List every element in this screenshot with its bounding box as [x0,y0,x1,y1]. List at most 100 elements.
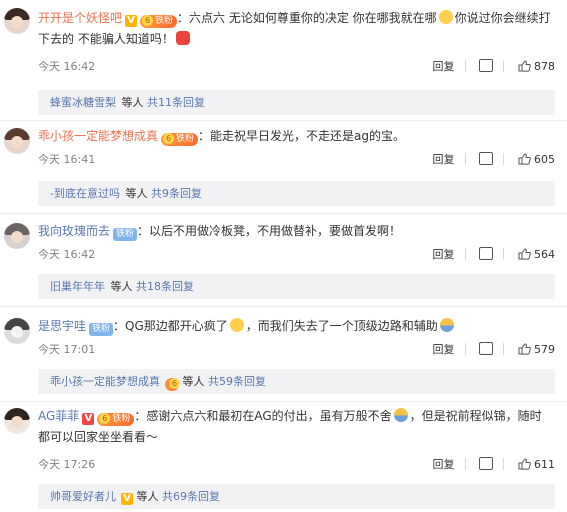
divider [0,120,567,121]
fan-badge-label: 铁粉 [112,414,131,424]
comment-username[interactable]: 我向玫瑰而去 [38,224,110,238]
reply-summary[interactable]: 乖小孩一定能梦想成真 6 等人 共59条回复 [38,369,555,394]
reply-button[interactable]: 回复 [433,247,455,263]
comment-time: 今天 17:01 [38,343,96,356]
reply-button[interactable]: 回复 [433,457,455,473]
fan-level: 6 [163,133,175,144]
reply-username[interactable]: 蜂蜜冰糖雪梨 [50,96,116,109]
share-icon [479,457,493,470]
thumbs-up-icon [518,60,531,72]
divider [464,60,466,72]
comment-time: 今天 16:41 [38,153,96,166]
avatar[interactable] [4,223,30,249]
divider [464,248,466,260]
divider [503,458,504,470]
thumbs-up-icon [518,343,531,355]
like-button[interactable]: 611 [518,457,555,473]
reply-count[interactable]: 共18条回复 [136,280,194,293]
reply-button[interactable]: 回复 [433,152,455,168]
share-button[interactable] [479,247,493,263]
reply-count[interactable]: 共9条回复 [151,187,202,200]
comment-meta: 今天 16:42 回复 878 [38,59,555,75]
fan-badge-label: 铁粉 [176,134,195,144]
like-count: 605 [534,153,555,166]
reply-username[interactable]: -到底在意过吗 [50,187,120,200]
divider [503,60,504,72]
divider [464,343,466,355]
divider [503,248,504,260]
like-button[interactable]: 579 [518,342,555,358]
divider [0,401,567,402]
avatar[interactable] [4,408,30,434]
reply-waiting: 等人 [182,375,205,388]
comment-body: 我向玫瑰而去 铁粉 ：以后不用做冷板凳，不用做替补，要做首发啊！ [38,221,555,242]
comment-text: ：感谢六点六和最初在AG的付出，虽有万般不舍 [134,409,392,423]
reply-waiting: 等人 [110,280,133,293]
divider [464,458,466,470]
verified-v-icon: V [125,15,138,27]
avatar[interactable] [4,128,30,154]
thumbs-up-icon [518,458,531,470]
fan-badge: 6 铁粉 [97,413,135,426]
like-button[interactable]: 605 [518,152,555,168]
comment-text-line2: 下去的 不能骗人知道吗！ [38,32,174,46]
comment-text: ：以后不用做冷板凳，不用做替补，要做首发啊！ [137,224,402,238]
share-button[interactable] [479,457,493,473]
comment-meta: 今天 16:41 回复 605 [38,152,555,168]
reply-summary[interactable]: 旧巢年年年 等人 共18条回复 [38,274,555,299]
like-button[interactable]: 564 [518,247,555,263]
like-count: 564 [534,248,555,261]
reply-username[interactable]: 帅哥爱好者儿 [50,490,116,503]
fan-level: 6 [142,15,154,26]
avatar[interactable] [4,8,30,34]
divider [503,343,504,355]
sad-emoji-icon [393,408,408,422]
reply-summary[interactable]: 帅哥爱好者儿 V 等人 共69条回复 [38,484,555,509]
avatar[interactable] [4,318,30,344]
fan-badge: 6 [165,378,180,391]
fan-badge: 铁粉 [89,323,114,336]
comment-text-line2: 都可以回家坐坐看看～ [38,430,159,444]
reply-summary[interactable]: -到底在意过吗 等人 共9条回复 [38,181,555,206]
share-icon [479,59,493,72]
like-button[interactable]: 878 [518,59,555,75]
share-icon [479,247,493,260]
reply-count[interactable]: 共69条回复 [162,490,220,503]
comment-text: ：能走祝早日发光，不走还是ag的宝。 [198,129,406,143]
comment-text: ：六点六 无论如何尊重你的决定 你在哪我就在哪 [177,11,437,25]
comment-text-cont: ，但是祝前程似锦，随时 [409,409,542,423]
like-count: 878 [534,60,555,73]
fan-level: 6 [169,378,180,389]
reply-count[interactable]: 共11条回复 [147,96,205,109]
comment-username[interactable]: 是思宇哇 [38,319,86,333]
crying-emoji-icon [229,318,244,332]
like-count: 611 [534,458,555,471]
reply-waiting: 等人 [125,187,148,200]
reply-username[interactable]: 旧巢年年年 [50,280,105,293]
thumbs-up-icon [518,153,531,165]
comment-username[interactable]: AG菲菲 [38,409,79,423]
comment-meta: 今天 17:01 回复 579 [38,342,555,358]
reply-button[interactable]: 回复 [433,59,455,75]
fan-badge-label: 铁粉 [155,16,174,26]
dragon-emoji-icon [175,31,190,45]
reply-summary[interactable]: 蜂蜜冰糖雪梨 等人 共11条回复 [38,90,555,115]
divider [0,306,567,307]
comment-text-cont: 你说过你会继续打 [454,11,551,25]
reply-count[interactable]: 共59条回复 [208,375,266,388]
comment-time: 今天 17:26 [38,458,96,471]
share-button[interactable] [479,342,493,358]
comment-meta: 今天 17:26 回复 611 [38,457,555,473]
thumbs-up-icon [518,248,531,260]
share-button[interactable] [479,59,493,75]
share-button[interactable] [479,152,493,168]
divider [503,153,504,165]
comment-username[interactable]: 开开是个妖怪吧 [38,11,122,25]
comment-time: 今天 16:42 [38,60,96,73]
comment-text-cont: ，而我们失去了一个顶级边路和辅助 [245,319,438,333]
comment-body: 乖小孩一定能梦想成真 6 铁粉 ：能走祝早日发光，不走还是ag的宝。 [38,126,555,147]
fan-badge: 铁粉 [113,228,138,241]
reply-username[interactable]: 乖小孩一定能梦想成真 [50,375,160,388]
comment-username[interactable]: 乖小孩一定能梦想成真 [38,129,158,143]
reply-button[interactable]: 回复 [433,342,455,358]
